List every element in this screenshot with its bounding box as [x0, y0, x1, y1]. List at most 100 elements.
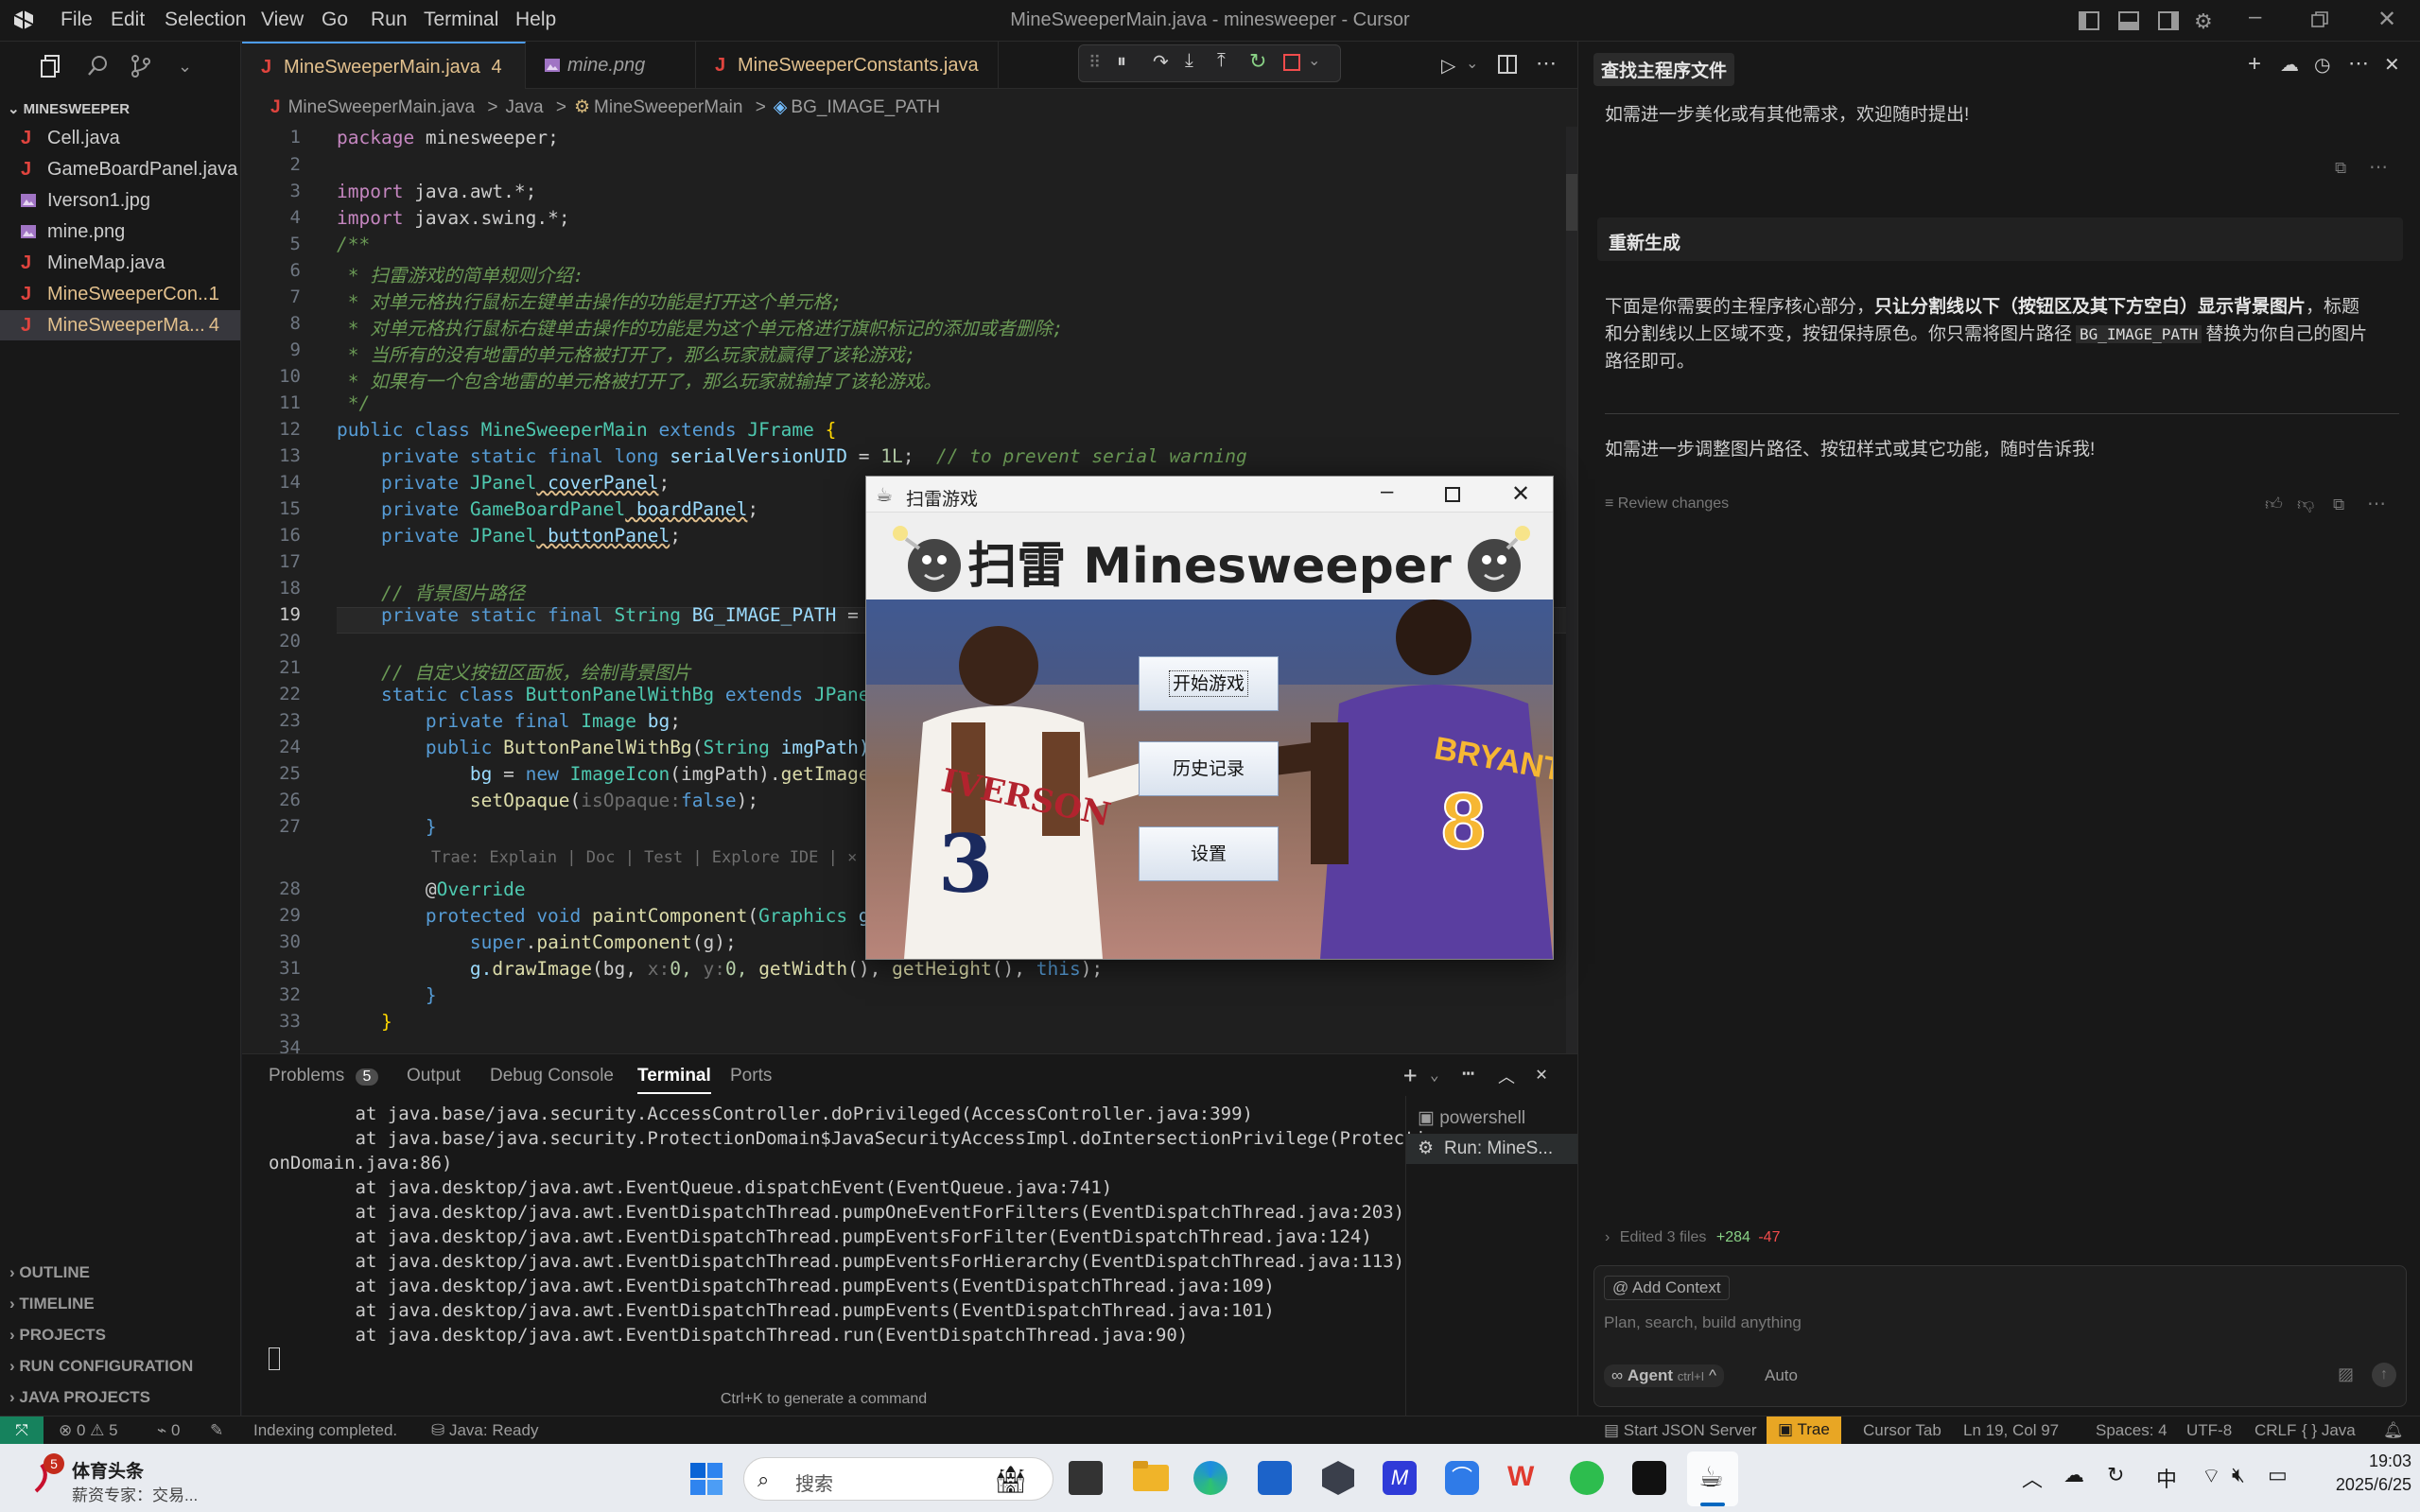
step-over-icon[interactable]: ↷ [1153, 50, 1169, 74]
java-status[interactable]: ⛁ Java: Ready [431, 1421, 538, 1440]
settings-gear-icon[interactable]: ⚙ [2194, 9, 2213, 34]
copy-icon[interactable]: ⧉ [2335, 159, 2346, 178]
search-icon[interactable] [87, 55, 108, 76]
thumbs-down-icon[interactable]: 👎︎ [2297, 494, 2314, 514]
wifi-icon[interactable]: ⌔ [2202, 1463, 2221, 1489]
chevron-down-icon[interactable]: ⌄ [1430, 1066, 1439, 1084]
more-actions-icon[interactable]: ⋯ [1462, 1062, 1474, 1086]
chat-input[interactable]: Plan, search, build anything [1604, 1313, 2398, 1332]
cloud-sync-icon[interactable]: ☁ [2063, 1463, 2084, 1487]
review-changes-link[interactable]: ≡ Review changes [1605, 495, 1729, 513]
toggle-secondary-sidebar-icon[interactable] [2158, 11, 2179, 30]
source-control-icon[interactable] [131, 55, 151, 78]
tab-minesweepermain[interactable]: J MineSweeperMain.java 4 × [242, 42, 526, 127]
terminal-item-active[interactable]: ⚙ Run: MineS... [1406, 1134, 1578, 1164]
java-app-taskbar-button[interactable]: ☕︎ [1687, 1451, 1738, 1506]
edge-browser-icon[interactable] [1193, 1461, 1227, 1495]
new-chat-icon[interactable]: + [2248, 51, 2261, 78]
split-editor-icon[interactable] [1498, 55, 1517, 74]
step-into-icon[interactable]: ⤓ [1185, 50, 1193, 72]
more-actions-icon[interactable]: ⋯ [2348, 51, 2369, 76]
file-explorer-icon[interactable] [1133, 1461, 1169, 1493]
minimize-icon[interactable]: – [1381, 478, 1393, 505]
tab-output[interactable]: Output [407, 1066, 461, 1086]
breadcrumb-field[interactable]: BG_IMAGE_PATH [791, 97, 940, 117]
task-view-icon[interactable] [1069, 1461, 1103, 1495]
app-cube-icon[interactable] [1320, 1459, 1356, 1497]
explorer-files-icon[interactable] [40, 55, 61, 78]
new-terminal-icon[interactable]: + [1403, 1062, 1417, 1088]
agent-mode-dropdown[interactable]: ∞ Agent ctrl+I ^ [1604, 1364, 1725, 1387]
drag-handle-icon[interactable]: ⠿ [1088, 53, 1101, 73]
problems-status[interactable]: ⊗ 0 ⚠ 5 [59, 1421, 118, 1440]
tab-debug-console[interactable]: Debug Console [490, 1066, 614, 1086]
copy-icon[interactable]: ⧉ [2333, 495, 2344, 514]
history-icon[interactable]: ◷ [2314, 53, 2330, 77]
restore-window-icon[interactable] [2311, 11, 2328, 28]
regenerate-bar[interactable]: 重新生成 [1597, 217, 2403, 261]
breadcrumb-file[interactable]: MineSweeperMain.java [288, 97, 476, 117]
chevron-down-icon[interactable]: ⌄ [1466, 54, 1478, 73]
pause-icon[interactable]: ⏸ [1117, 51, 1126, 73]
chevron-up-icon[interactable]: ︿ [2022, 1463, 2043, 1493]
remote-indicator-icon[interactable]: ⤧ [0, 1416, 44, 1445]
close-icon[interactable]: ✕ [2384, 53, 2400, 77]
microsoft-store-icon[interactable] [1258, 1461, 1292, 1495]
restart-icon[interactable]: ↻ [1249, 49, 1266, 74]
section-run-configuration[interactable]: › RUN CONFIGURATION [9, 1357, 193, 1376]
explorer-folder-header[interactable]: MINESWEEPER [24, 101, 131, 117]
cursor-app-icon[interactable] [1632, 1461, 1666, 1495]
battery-icon[interactable]: ▭ [2268, 1463, 2288, 1487]
breadcrumb-folder[interactable]: Java [505, 97, 543, 117]
terminal-item[interactable]: ▣ powershell [1418, 1107, 1525, 1129]
image-upload-icon[interactable]: ▨ [2338, 1364, 2354, 1384]
settings-button[interactable]: 设置 [1139, 826, 1279, 881]
start-game-button[interactable]: 开始游戏 [1139, 656, 1279, 711]
tab-mine-png[interactable]: mine.png [526, 42, 696, 89]
cursor-position[interactable]: Ln 19, Col 97 [1963, 1421, 2059, 1440]
maximize-icon[interactable] [1445, 487, 1460, 502]
json-server-status[interactable]: ▤ Start JSON Server [1604, 1421, 1757, 1440]
section-projects[interactable]: › PROJECTS [9, 1326, 106, 1345]
edited-files-summary[interactable]: › Edited 3 files +284 -47 [1597, 1229, 2403, 1254]
chevron-down-icon[interactable]: ⌄ [1308, 51, 1320, 70]
indentation[interactable]: Spaces: 4 [2096, 1421, 2168, 1440]
volume-muted-icon[interactable]: 🔇︎ [2232, 1463, 2245, 1487]
minimize-window-icon[interactable]: – [2249, 4, 2261, 30]
run-icon[interactable]: ▷ [1441, 54, 1455, 78]
start-windows-icon[interactable] [690, 1463, 723, 1495]
tab-ports[interactable]: Ports [730, 1066, 772, 1086]
file-item[interactable]: J GameBoardPanel.java [0, 154, 240, 184]
maximize-panel-icon[interactable]: ︿ [1498, 1064, 1515, 1088]
history-button[interactable]: 历史记录 [1139, 741, 1279, 796]
close-panel-icon[interactable]: ✕ [1536, 1062, 1547, 1085]
cloud-icon[interactable]: ☁ [2280, 53, 2299, 77]
scrollbar-thumb[interactable] [1566, 174, 1577, 231]
language-mode[interactable]: { } Java [2302, 1421, 2356, 1440]
close-icon[interactable]: ✕ [1511, 480, 1530, 508]
toggle-panel-icon[interactable] [2118, 11, 2139, 30]
sync-icon[interactable]: ✎ [210, 1421, 223, 1440]
file-item[interactable]: Iverson1.jpg [0, 185, 240, 216]
more-actions-icon[interactable]: ⋯ [2367, 492, 2386, 515]
section-java-projects[interactable]: › JAVA PROJECTS [9, 1388, 150, 1407]
section-timeline[interactable]: › TIMELINE [9, 1295, 95, 1313]
trae-status[interactable]: ▣ Trae [1767, 1416, 1841, 1445]
file-item[interactable]: J Cell.java [0, 123, 240, 153]
app-m-icon[interactable]: M [1383, 1461, 1417, 1495]
tab-minesweeperconstants[interactable]: J MineSweeperConstants.java 1 [696, 42, 999, 123]
app-a-icon[interactable]: ⌒ [1445, 1461, 1479, 1495]
codelens[interactable]: Trae: Explain | Doc | Test | Explore IDE… [431, 848, 857, 867]
editor-scrollbar[interactable] [1566, 127, 1577, 1053]
sync-icon[interactable]: ↻ [2107, 1463, 2124, 1487]
step-out-icon[interactable]: ⤒ [1217, 50, 1226, 72]
chevron-down-icon[interactable]: ⌄ [178, 57, 192, 77]
more-actions-icon[interactable]: ⋯ [1536, 51, 1557, 76]
wechat-icon[interactable] [1570, 1461, 1604, 1495]
file-item[interactable]: J MineSweeperCon... 1 [0, 279, 240, 309]
ime-indicator[interactable]: 中 [2156, 1463, 2177, 1493]
notifications-bell-icon[interactable]: 🔔︎ [2383, 1421, 2404, 1440]
send-icon[interactable]: ↑ [2372, 1363, 2396, 1387]
tab-terminal[interactable]: Terminal [637, 1066, 711, 1094]
more-actions-icon[interactable]: ⋯ [2369, 155, 2388, 179]
